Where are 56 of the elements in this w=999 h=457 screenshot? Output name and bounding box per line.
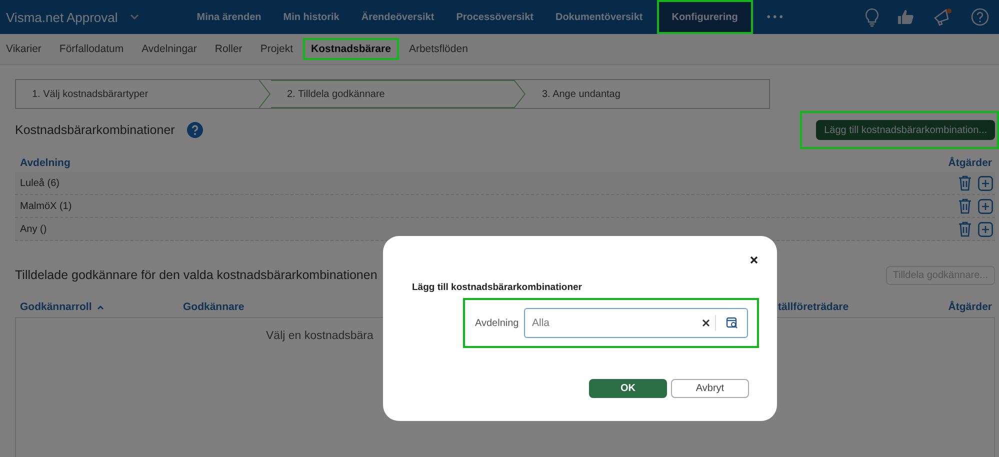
chevron-down-icon[interactable] xyxy=(130,14,139,20)
column-header: Åtgärder xyxy=(948,157,992,169)
sub-tab[interactable]: Projekt xyxy=(254,38,299,60)
step[interactable]: 3. Ange undantag xyxy=(526,80,769,108)
trash-icon[interactable] xyxy=(958,221,972,237)
thumbs-up-icon[interactable] xyxy=(897,9,915,25)
add-icon[interactable] xyxy=(978,176,993,190)
clear-icon[interactable] xyxy=(702,319,710,327)
table-row[interactable]: Luleå (6) xyxy=(15,172,995,195)
field-label: Avdelning xyxy=(475,318,520,328)
app-title: Visma.net Approval xyxy=(6,10,118,24)
add-combination-button[interactable]: Lägg till kostnadsbärarkombination... xyxy=(816,120,995,140)
sub-tab[interactable]: Roller xyxy=(208,38,248,60)
sub-tab[interactable]: Kostnadsbärare xyxy=(305,38,397,60)
dialog-title: Lägg till kostnadsbärarkombinationer xyxy=(412,282,583,293)
step-separator xyxy=(514,80,526,108)
sub-tab[interactable]: Avdelningar xyxy=(136,38,203,60)
add-icon[interactable] xyxy=(978,222,993,236)
help-icon[interactable] xyxy=(971,8,989,26)
column-header[interactable]: Åtgärder xyxy=(948,301,992,313)
section-title: Kostnadsbärarkombinationer xyxy=(15,123,175,137)
nav-tab[interactable]: Mina ärenden xyxy=(186,0,272,34)
table-row[interactable]: MalmöX (1) xyxy=(15,195,995,218)
nav-tab[interactable]: Processöversikt xyxy=(446,0,544,34)
nav-tab[interactable]: Min historik xyxy=(273,0,350,34)
megaphone-icon[interactable] xyxy=(933,8,953,26)
column-header[interactable]: tällföreträdare xyxy=(778,301,948,313)
close-icon[interactable] xyxy=(750,256,758,264)
empty-message: Välj en kostnadsbära xyxy=(266,330,374,342)
more-button[interactable]: • • • xyxy=(766,12,783,22)
table-cell: Any () xyxy=(20,224,47,234)
step[interactable]: 1. Välj kostnadsbärartyper xyxy=(16,80,259,108)
table-row[interactable]: Any () xyxy=(15,218,995,241)
nav-tab[interactable]: Konfigurering xyxy=(658,0,751,34)
cancel-button[interactable]: Avbryt xyxy=(671,379,749,398)
section-title: Tilldelade godkännare för den valda kostnadsbärarkombinationen xyxy=(15,268,378,282)
lookup-icon[interactable] xyxy=(726,317,738,329)
column-header[interactable]: Avdelning xyxy=(20,157,70,169)
table-cell: Luleå (6) xyxy=(20,178,60,188)
trash-icon[interactable] xyxy=(958,175,972,191)
trash-icon[interactable] xyxy=(958,198,972,214)
column-header[interactable]: Godkännarroll xyxy=(20,301,183,313)
nav-tab[interactable]: Ärendeöversikt xyxy=(351,0,444,34)
ok-button[interactable]: OK xyxy=(589,379,667,398)
sort-ascending-icon[interactable] xyxy=(96,304,104,310)
step[interactable]: 2. Tilldela godkännare xyxy=(271,80,514,108)
step-separator xyxy=(259,80,271,108)
help-icon[interactable] xyxy=(186,122,203,138)
sub-tab[interactable]: Arbetsflöden xyxy=(402,38,474,60)
lightbulb-icon[interactable] xyxy=(865,8,879,26)
table-cell: MalmöX (1) xyxy=(20,200,72,212)
sub-tab[interactable]: Förfallodatum xyxy=(53,38,130,60)
sub-tab[interactable]: Vikarier xyxy=(0,38,48,60)
lookup-field[interactable]: Alla xyxy=(524,308,748,338)
nav-tab[interactable]: Dokumentöversikt xyxy=(545,0,653,34)
add-icon[interactable] xyxy=(978,198,993,214)
